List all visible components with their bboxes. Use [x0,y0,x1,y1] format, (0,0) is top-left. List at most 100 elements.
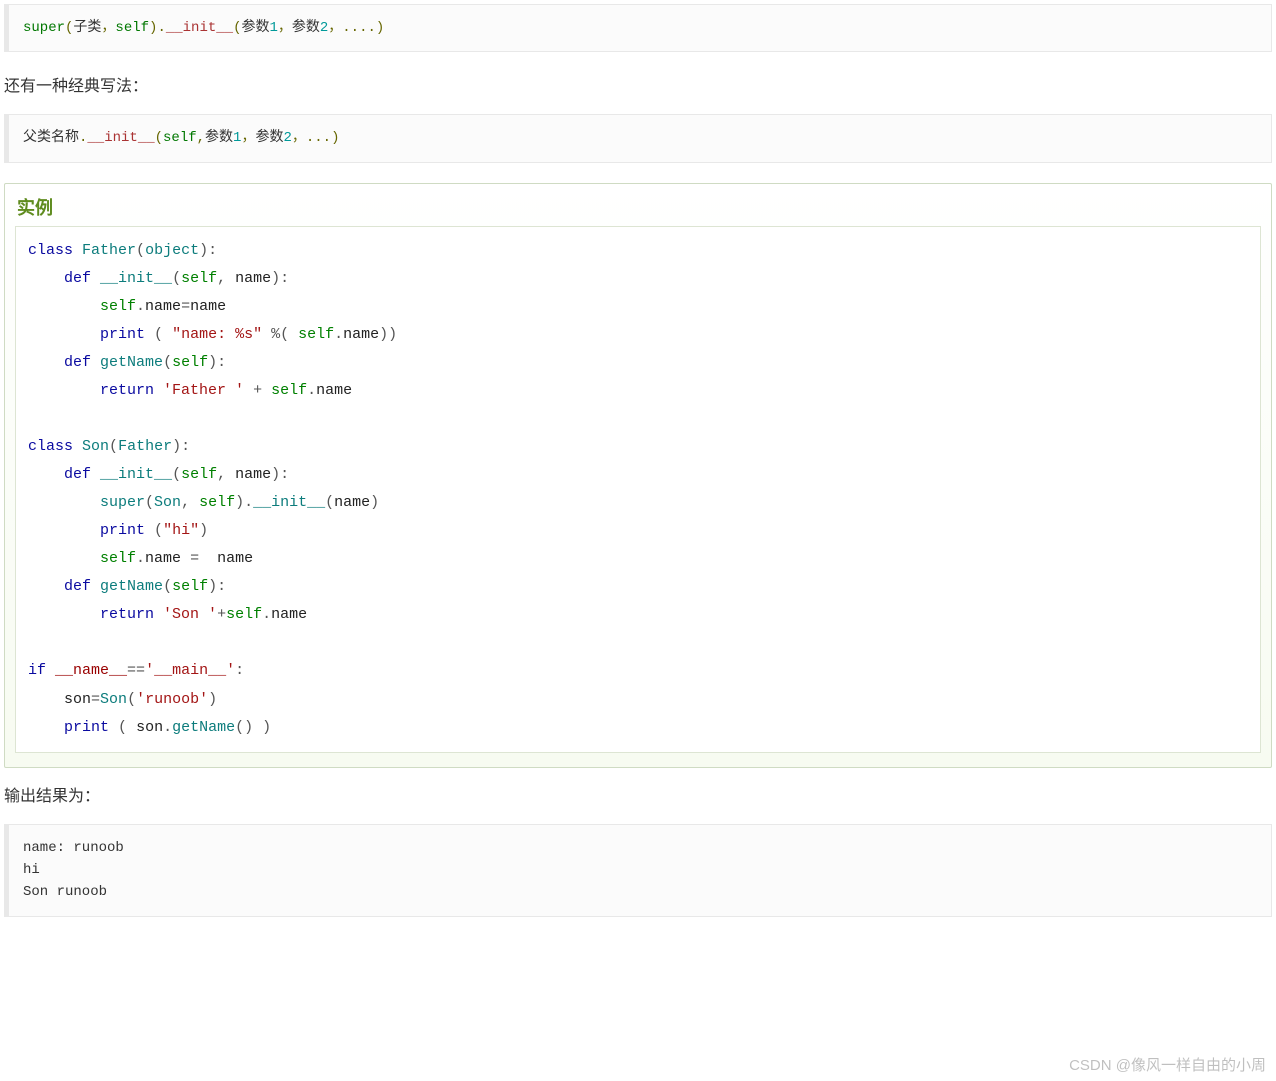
code-token: 'Son ' [163,606,217,623]
text: 参数 [241,20,269,36]
code-token [145,522,154,539]
code-token: ( [154,326,172,343]
code-token [28,719,64,736]
code-token: . [163,719,172,736]
code-token [244,382,253,399]
code-token: ( [172,466,181,483]
code-token: "hi" [163,522,199,539]
punct: ) [331,130,339,146]
code-token: ( [118,719,136,736]
code-token [28,578,64,595]
punct: ， [328,20,342,36]
code-token: ( [172,270,181,287]
code-token: Son [154,494,181,511]
code-line: print ( "name: %s" %( self.name)) [16,321,1260,349]
code-token [28,550,100,567]
code-token [28,691,64,708]
code-token: return [100,606,154,623]
punct: ， [101,20,115,36]
paragraph-classic-syntax: 还有一种经典写法： [4,72,1272,96]
code-token: 'runoob' [136,691,208,708]
code-token: son [136,719,163,736]
code-token: )) [379,326,397,343]
code-snippet-parent-init: 父类名称.__init__(self,参数1，参数2，...) [4,114,1272,162]
keyword-self: self [163,130,197,146]
text: 参数 [292,20,320,36]
code-token: 'Father ' [163,382,244,399]
code-token: . [136,550,145,567]
number: 2 [283,130,291,146]
code-line: def __init__(self, name): [16,461,1260,489]
code-token: ( [109,438,118,455]
code-token: self [298,326,334,343]
code-token: ): [172,438,190,455]
code-token: name [145,550,181,567]
code-token: ) [370,494,379,511]
code-token: , [217,270,235,287]
code-token: super [100,494,145,511]
code-token: = [190,550,199,567]
code-token: "name: %s" [172,326,262,343]
code-token: ): [208,354,226,371]
keyword-self: self [115,20,149,36]
code-token [28,494,100,511]
code-line: self.name=name [16,293,1260,321]
code-token: name [199,550,253,567]
code-token: ): [199,242,217,259]
code-token: def [64,354,91,371]
code-line: print ("hi") [16,517,1260,545]
code-token: __init__ [100,466,172,483]
code-token: self [199,494,235,511]
code-token [181,550,190,567]
code-token: self [181,270,217,287]
method-name: __init__ [87,130,154,146]
text: 子类 [73,20,101,36]
code-token [28,270,64,287]
code-token: ( [325,494,334,511]
code-token: self [100,298,136,315]
code-token: return [100,382,154,399]
punct: ... [306,130,331,146]
text: 父类名称 [23,130,79,146]
code-token [28,634,37,651]
code-token [154,606,163,623]
code-token: ( [136,242,145,259]
code-token: Father [118,438,172,455]
code-line: self.name = name [16,545,1260,573]
text: 参数 [255,130,283,146]
code-token: Father [82,242,136,259]
code-token: = [91,691,100,708]
code-line: def getName(self): [16,349,1260,377]
method-name: __init__ [166,20,233,36]
code-line: print ( son.getName() ) [16,714,1260,742]
code-line: def getName(self): [16,573,1260,601]
code-token: ( [154,522,163,539]
code-token: ( [163,354,172,371]
code-token: getName [100,354,163,371]
code-token: Son [82,438,109,455]
punct: ， [278,20,292,36]
code-token: __name__ [55,662,127,679]
punct: ( [155,130,163,146]
code-token [46,662,55,679]
code-token: getName [100,578,163,595]
code-token: ( [127,691,136,708]
code-token: name [145,298,181,315]
code-token: name [235,270,271,287]
punct: . [157,20,165,36]
number: 1 [269,20,277,36]
punct: ， [292,130,306,146]
code-token: , [181,494,199,511]
code-token: self [271,382,307,399]
code-token [91,270,100,287]
punct: .... [342,20,376,36]
code-token: self [172,354,208,371]
watermark: CSDN @像风一样自由的小周 [1069,1054,1266,1075]
code-token: self [226,606,262,623]
code-token: + [217,606,226,623]
code-token [91,466,100,483]
code-line: class Father(object): [16,237,1260,265]
code-line: class Son(Father): [16,433,1260,461]
code-token: %( [271,326,298,343]
code-token: ( [163,578,172,595]
